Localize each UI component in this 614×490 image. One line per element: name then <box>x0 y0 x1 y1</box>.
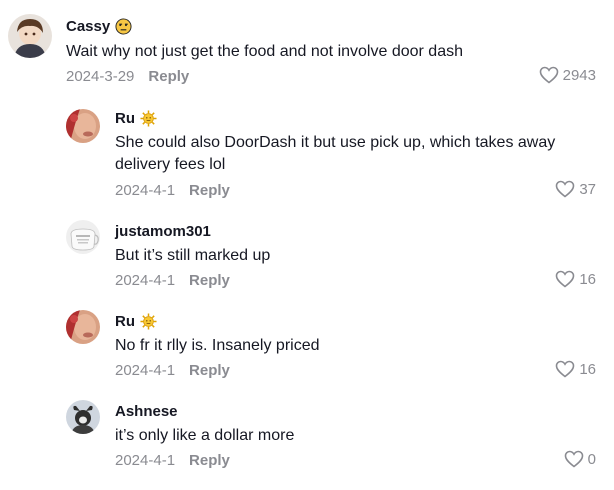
like-button[interactable]: 2943 <box>539 66 596 84</box>
comment-date: 2024-3-29 <box>66 68 135 85</box>
avatar[interactable] <box>8 14 52 58</box>
like-count: 16 <box>579 270 596 288</box>
sun-face-emoji <box>140 110 157 127</box>
reply-button[interactable]: Reply <box>189 452 230 469</box>
comment-text: it’s only like a dollar more <box>115 427 295 444</box>
comment-text: But it’s still marked up <box>115 247 271 264</box>
comment-meta: 2024-3-29 Reply <box>66 68 189 85</box>
comment-text: Wait why not just get the food and not i… <box>66 43 463 60</box>
reply-button[interactable]: Reply <box>189 182 230 199</box>
comment-meta: 2024-4-1 Reply <box>115 452 230 469</box>
unamused-face-emoji <box>115 18 132 35</box>
like-count: 37 <box>579 180 596 198</box>
comment-date: 2024-4-1 <box>115 452 176 469</box>
reply-button[interactable]: Reply <box>189 272 230 289</box>
avatar[interactable] <box>66 400 100 434</box>
comment-meta: 2024-4-1 Reply <box>115 362 230 379</box>
heart-outline-icon <box>556 270 575 288</box>
comment-date: 2024-4-1 <box>115 362 176 379</box>
comment-meta: 2024-4-1 Reply <box>115 182 230 199</box>
heart-outline-icon <box>556 180 575 198</box>
like-count: 0 <box>587 450 596 468</box>
like-count: 16 <box>579 360 596 378</box>
username[interactable]: Ru <box>115 110 157 127</box>
avatar[interactable] <box>66 220 100 254</box>
comment-text: No fr it rlly is. Insanely priced <box>115 337 320 354</box>
avatar[interactable] <box>66 109 100 143</box>
heart-outline-icon <box>539 66 558 84</box>
like-button[interactable]: 16 <box>555 270 596 288</box>
avatar[interactable] <box>66 310 100 344</box>
like-button[interactable]: 16 <box>555 360 596 378</box>
like-count: 2943 <box>562 66 596 84</box>
reply-button[interactable]: Reply <box>148 68 189 85</box>
username[interactable]: Ashnese <box>115 403 178 420</box>
heart-outline-icon <box>564 450 583 468</box>
comment-meta: 2024-4-1 Reply <box>115 272 230 289</box>
comment-date: 2024-4-1 <box>115 272 176 289</box>
like-button[interactable]: 0 <box>564 450 596 468</box>
heart-outline-icon <box>556 360 575 378</box>
reply-button[interactable]: Reply <box>189 362 230 379</box>
username[interactable]: justamom301 <box>115 223 211 240</box>
comment-date: 2024-4-1 <box>115 182 176 199</box>
username[interactable]: Cassy <box>66 18 132 35</box>
like-button[interactable]: 37 <box>555 180 596 198</box>
username[interactable]: Ru <box>115 313 157 330</box>
sun-face-emoji <box>140 313 157 330</box>
comment-text: She could also DoorDash it but use pick … <box>115 134 556 173</box>
